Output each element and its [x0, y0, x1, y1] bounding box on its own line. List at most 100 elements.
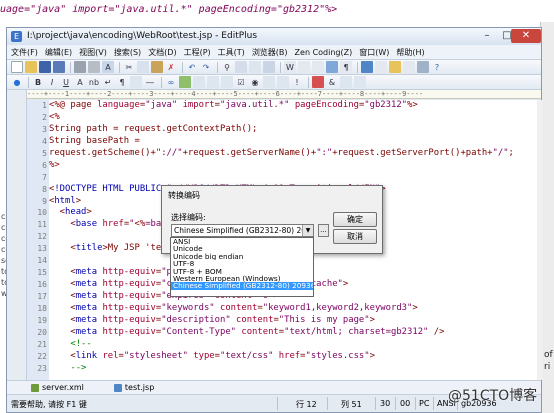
checkbox-icon[interactable]: ☑ [235, 76, 247, 88]
font-icon[interactable]: A [74, 76, 86, 88]
redo-icon[interactable]: ↷ [200, 61, 212, 73]
background-fragment: of [544, 350, 553, 360]
undo-icon[interactable]: ↶ [186, 61, 198, 73]
cancel-button[interactable]: 取消 [333, 229, 377, 244]
menu-edit[interactable]: 编辑(E) [45, 47, 72, 58]
encoding-option[interactable]: UTF-8 [171, 260, 313, 267]
comment-icon[interactable]: ! [291, 76, 303, 88]
encoding-option[interactable]: Unicode [171, 245, 313, 252]
line-number: 15 [37, 268, 47, 278]
paragraph-icon[interactable]: ¶ [116, 76, 128, 88]
image-icon[interactable] [179, 76, 191, 88]
encoding-option[interactable]: Western European (Windows) [171, 275, 313, 282]
tab-label: test.jsp [124, 383, 155, 392]
select-icon[interactable] [263, 76, 275, 88]
delete-icon[interactable]: ✗ [165, 61, 177, 73]
menu-window[interactable]: 窗口(W) [359, 47, 389, 58]
color-icon[interactable] [312, 76, 324, 88]
html-toolbar-icon[interactable] [403, 61, 415, 73]
menu-zen-coding[interactable]: Zen Coding(Z) [295, 48, 353, 57]
chevron-down-icon[interactable]: ▼ [302, 225, 313, 236]
radio-icon[interactable]: ◉ [249, 76, 261, 88]
code-line: <link rel="stylesheet" type="text/css" h… [49, 350, 375, 361]
minimize-icon[interactable]: – [477, 29, 497, 43]
save-icon[interactable] [39, 61, 51, 73]
settings-icon[interactable] [417, 61, 429, 73]
input-icon[interactable] [221, 76, 233, 88]
help-icon[interactable]: ? [431, 61, 443, 73]
paste-icon[interactable] [151, 61, 163, 73]
encoding-option[interactable]: ANSI [171, 238, 313, 245]
menu-tools[interactable]: 工具(T) [218, 47, 245, 58]
nbsp-icon[interactable]: nb [88, 76, 100, 88]
new-file-icon[interactable]: ​ [11, 61, 23, 73]
status-separator [415, 397, 416, 410]
replace-icon[interactable] [235, 61, 247, 73]
encoding-option[interactable]: Unicode big endian [171, 253, 313, 260]
format-toolbar: ● B I U A nb ↵ ¶ ― ∞ ☑ ◉ ! & [7, 75, 541, 90]
encoding-option[interactable]: Chinese Simplified (GB2312-80) 20936 [171, 282, 313, 290]
find-next-icon[interactable] [263, 61, 275, 73]
italic-icon[interactable]: I [46, 76, 58, 88]
encoding-option[interactable]: UTF-8 + BOM [171, 268, 313, 275]
br-icon[interactable]: ↵ [102, 76, 114, 88]
script-icon[interactable] [340, 76, 352, 88]
goto-icon[interactable] [249, 61, 261, 73]
menu-view[interactable]: 视图(V) [79, 47, 107, 58]
line-numbers: 1 2 3 4 5 6 7 8 9 10 11 12 13 14 15 16 17 18 19 20 21 22 23 [27, 100, 49, 380]
encoding-select[interactable]: Chinese Simplified (GB2312-80) 20936 ▼ [171, 224, 314, 237]
word-wrap-icon[interactable]: W [284, 61, 296, 73]
copy-icon[interactable] [137, 61, 149, 73]
status-separator [277, 397, 278, 410]
menu-project[interactable]: 工程(P) [184, 47, 211, 58]
menu-file[interactable]: 文件(F) [11, 47, 38, 58]
spellcheck-icon[interactable]: A [102, 61, 114, 73]
textarea-icon[interactable] [277, 76, 289, 88]
tab-test-jsp[interactable]: test.jsp [113, 383, 155, 392]
toolbar-separator [308, 76, 309, 88]
print-icon[interactable] [74, 61, 86, 73]
center-icon[interactable] [130, 76, 142, 88]
code-line: request.getScheme()+"://"+request.getSer… [49, 147, 514, 158]
menu-browser[interactable]: 浏览器(B) [252, 47, 288, 58]
line-number: 22 [37, 351, 47, 361]
browser-preview-icon[interactable]: ● [11, 76, 23, 88]
style-icon[interactable] [354, 76, 366, 88]
whitespace-icon[interactable]: ¶ [340, 61, 352, 73]
line-number: 21 [37, 339, 47, 349]
title-bar[interactable]: E I:\project\java\encoding\WebRoot\test.… [7, 28, 541, 45]
find-icon[interactable]: ⚲ [221, 61, 233, 73]
bold-icon[interactable]: B [32, 76, 44, 88]
form-icon[interactable] [207, 76, 219, 88]
hr-icon[interactable]: ― [144, 76, 156, 88]
open-folder-icon[interactable] [25, 61, 37, 73]
menu-document[interactable]: 文档(D) [148, 47, 176, 58]
menu-bar: 文件(F) 编辑(E) 视图(V) 搜索(S) 文档(D) 工程(P) 工具(T… [7, 45, 541, 60]
table-icon[interactable] [193, 76, 205, 88]
close-icon[interactable]: ✕ [511, 29, 541, 43]
status-col: 列 51 [341, 400, 362, 409]
status-num1: 30 [380, 399, 391, 408]
directory-icon[interactable] [389, 61, 401, 73]
save-all-icon[interactable] [53, 61, 65, 73]
column-select-icon[interactable] [326, 61, 338, 73]
tab-server-xml[interactable]: server.xml [31, 383, 84, 392]
cut-icon[interactable]: ✂ [123, 61, 135, 73]
ruler-icon[interactable] [298, 61, 310, 73]
code-line: %> [49, 159, 60, 170]
print-preview-icon[interactable] [88, 61, 100, 73]
menu-help[interactable]: 帮助(H) [396, 47, 424, 58]
line-number: 2 [42, 112, 47, 122]
underline-icon[interactable]: U [60, 76, 72, 88]
browse-button[interactable]: ... [318, 224, 329, 237]
status-help-text: 需要帮助, 请按 F1 键 [11, 400, 87, 409]
browser-icon[interactable] [361, 61, 373, 73]
special-char-icon[interactable]: & [326, 76, 338, 88]
vertical-scrollbar[interactable] [537, 100, 542, 380]
line-number-icon[interactable] [312, 61, 324, 73]
clip-icon[interactable] [375, 61, 387, 73]
menu-search[interactable]: 搜索(S) [114, 47, 141, 58]
link-icon[interactable]: ∞ [165, 76, 177, 88]
ok-button[interactable]: 确定 [333, 212, 377, 227]
background-right-panel: of ri [540, 22, 554, 413]
